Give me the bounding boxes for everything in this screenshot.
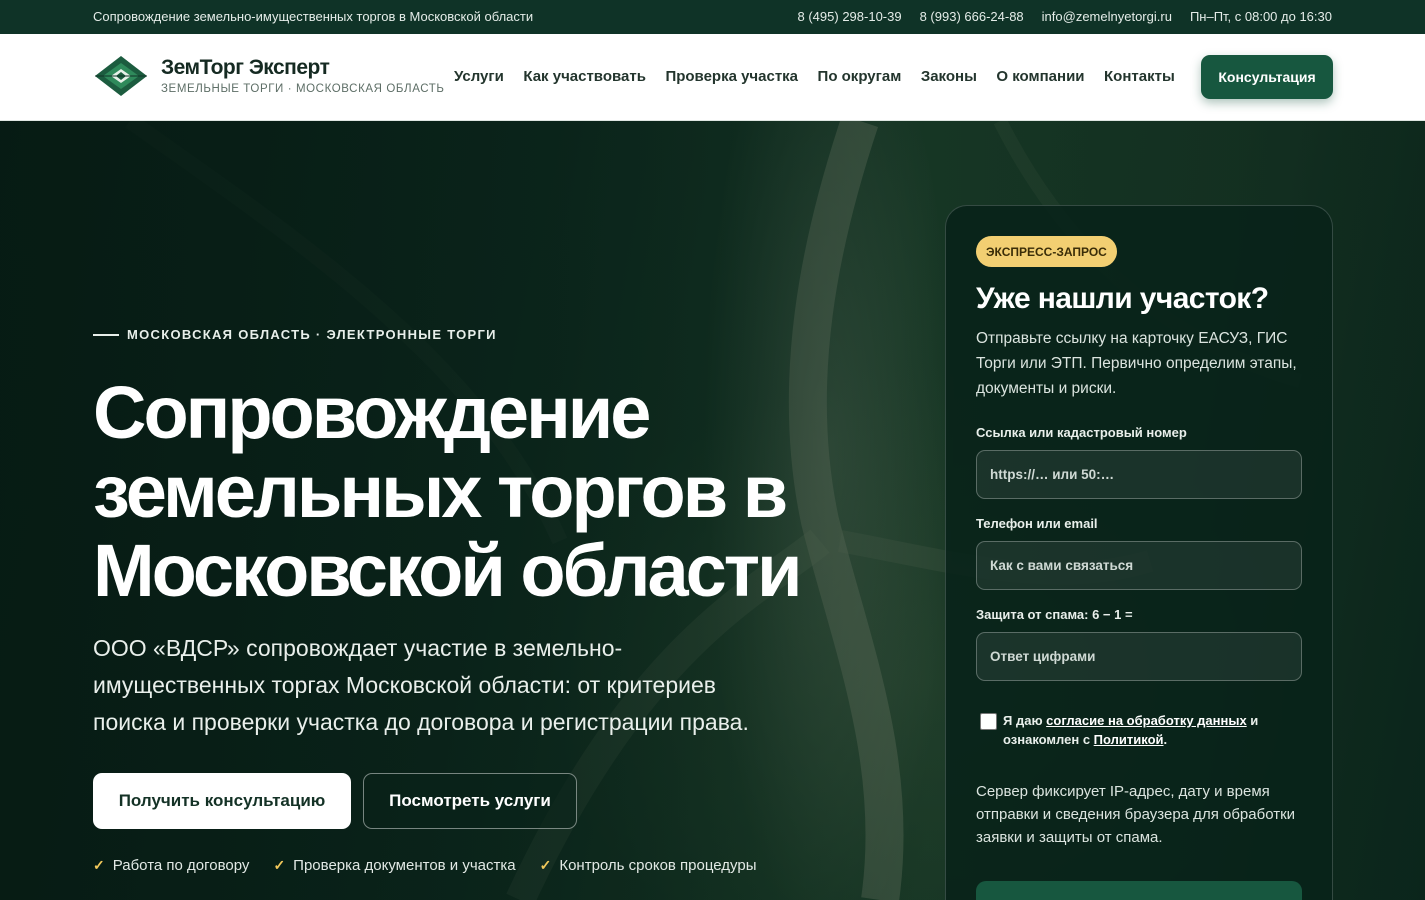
- top-bar-tagline: Сопровождение земельно-имущественных тор…: [93, 9, 534, 24]
- consent-text: Я даю согласие на обработку данных и озн…: [1003, 711, 1300, 749]
- nav-item-districts[interactable]: По округам: [818, 68, 902, 85]
- consent-checkbox[interactable]: [980, 713, 997, 730]
- nav-item-contacts[interactable]: Контакты: [1104, 68, 1175, 85]
- express-badge: ЭКСПРЕСС-ЗАПРОС: [976, 236, 1117, 267]
- brand-subtitle: ЗЕМЕЛЬНЫЕ ТОРГИ · МОСКОВСКАЯ ОБЛАСТЬ: [161, 83, 445, 95]
- nav-item-services[interactable]: Услуги: [454, 68, 504, 85]
- phone-link-2[interactable]: 8 (993) 666-24-88: [920, 9, 1024, 24]
- link-field-label: Ссылка или кадастровый номер: [976, 425, 1187, 440]
- nav-item-plot-check[interactable]: Проверка участка: [665, 68, 798, 85]
- link-input[interactable]: [976, 450, 1302, 499]
- submit-button[interactable]: [976, 881, 1302, 900]
- benefit-item: ✓ Проверка документов и участка: [273, 857, 515, 874]
- hero-section: МОСКОВСКАЯ ОБЛАСТЬ · ЭЛЕКТРОННЫЕ ТОРГИ С…: [0, 121, 1425, 900]
- hero-description: ООО «ВДСР» сопровождает участие в земель…: [93, 635, 749, 735]
- brand-name[interactable]: ЗемТорг Эксперт: [161, 56, 330, 80]
- check-icon: ✓: [273, 857, 286, 873]
- consultation-button[interactable]: Консультация: [1201, 55, 1333, 99]
- express-request-form: ЭКСПРЕСС-ЗАПРОС Уже нашли участок? Отпра…: [945, 205, 1333, 900]
- nav-item-how-to-participate[interactable]: Как участвовать: [523, 68, 646, 85]
- top-bar: Сопровождение земельно-имущественных тор…: [0, 0, 1425, 34]
- benefit-label: Работа по договору: [112, 857, 250, 874]
- benefit-label: Проверка документов и участка: [293, 857, 516, 874]
- consent-suffix: .: [1163, 732, 1168, 747]
- form-description: Отправьте ссылку на карточку ЕАСУЗ, ГИС …: [976, 330, 1297, 397]
- consent-row: Я даю согласие на обработку данных и озн…: [980, 711, 1300, 749]
- policy-link[interactable]: Политикой: [1094, 732, 1164, 747]
- check-icon: ✓: [539, 857, 552, 873]
- benefit-item: ✓ Работа по договору: [93, 857, 249, 874]
- nav-item-laws[interactable]: Законы: [921, 68, 977, 85]
- phone-link-1[interactable]: 8 (495) 298-10-39: [798, 9, 902, 24]
- data-processing-consent-link[interactable]: согласие на обработку данных: [1046, 713, 1247, 728]
- hero-benefits: ✓ Работа по договору ✓ Проверка документ…: [93, 857, 757, 874]
- email-link[interactable]: info@zemelnyetorgi.ru: [1042, 9, 1172, 24]
- contact-input[interactable]: [976, 541, 1302, 590]
- hero-title: Сопровождение земельных торгов в Московс…: [93, 371, 803, 612]
- spam-answer-input[interactable]: [976, 632, 1302, 681]
- main-nav: Услуги Как участвовать Проверка участка …: [454, 68, 1175, 85]
- benefit-label: Контроль сроков процедуры: [559, 857, 757, 874]
- top-bar-contacts: 8 (495) 298-10-39 8 (993) 666-24-88 info…: [798, 9, 1332, 24]
- server-note: Сервер фиксирует IP-адрес, дату и время …: [976, 783, 1296, 846]
- eyebrow-line: [93, 333, 119, 336]
- consent-prefix: Я даю: [1003, 713, 1047, 728]
- view-services-button[interactable]: Посмотреть услуги: [363, 773, 577, 829]
- site-header: ЗемТорг Эксперт ЗЕМЕЛЬНЫЕ ТОРГИ · МОСКОВ…: [0, 34, 1425, 121]
- get-consultation-button[interactable]: Получить консультацию: [93, 773, 351, 829]
- form-title: Уже нашли участок?: [976, 282, 1269, 315]
- logo-icon[interactable]: [93, 54, 149, 98]
- nav-item-about[interactable]: О компании: [996, 68, 1084, 85]
- benefit-item: ✓ Контроль сроков процедуры: [540, 857, 757, 874]
- eyebrow-text: МОСКОВСКАЯ ОБЛАСТЬ · ЭЛЕКТРОННЫЕ ТОРГИ: [127, 327, 497, 342]
- spam-field-label: Защита от спама: 6 − 1 =: [976, 607, 1133, 622]
- working-hours: Пн–Пт, с 08:00 до 16:30: [1189, 9, 1332, 24]
- check-icon: ✓: [93, 857, 105, 873]
- hero-eyebrow: МОСКОВСКАЯ ОБЛАСТЬ · ЭЛЕКТРОННЫЕ ТОРГИ: [93, 327, 497, 342]
- contact-field-label: Телефон или email: [976, 516, 1098, 531]
